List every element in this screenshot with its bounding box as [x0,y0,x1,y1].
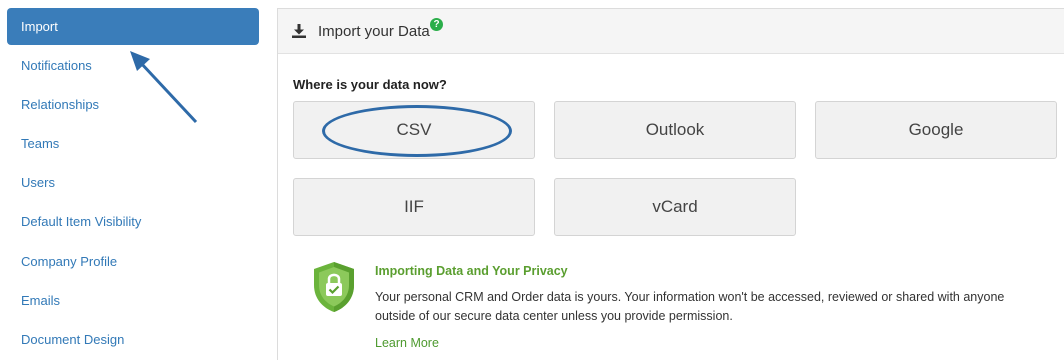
sidebar-item-teams[interactable]: Teams [7,125,259,162]
sidebar-item-document-design[interactable]: Document Design [7,321,259,358]
sidebar-item-default-item-visibility[interactable]: Default Item Visibility [7,203,259,240]
sidebar-item-company-profile[interactable]: Company Profile [7,243,259,280]
page-title: Import your Data [318,23,430,40]
settings-sidebar: Import Notifications Relationships Teams… [0,0,268,360]
vcard-source-button[interactable]: vCard [554,178,796,236]
panel-header: Import your Data ? [278,9,1064,54]
google-source-button[interactable]: Google [815,101,1057,159]
sidebar-item-users[interactable]: Users [7,164,259,201]
help-icon[interactable]: ? [430,18,443,31]
import-panel: Import your Data ? Where is your data no… [277,8,1064,360]
learn-more-link[interactable]: Learn More [375,336,439,350]
shield-check-icon [314,262,354,312]
sidebar-item-emails[interactable]: Emails [7,282,259,319]
iif-source-button[interactable]: IIF [293,178,535,236]
sidebar-item-relationships[interactable]: Relationships [7,86,259,123]
sidebar-item-import[interactable]: Import [7,8,259,45]
csv-highlight-annotation [322,105,512,157]
outlook-source-button[interactable]: Outlook [554,101,796,159]
privacy-text: Your personal CRM and Order data is your… [375,290,1005,323]
download-icon [292,24,306,38]
sidebar-item-notifications[interactable]: Notifications [7,47,259,84]
source-question: Where is your data now? [293,77,447,92]
privacy-title: Importing Data and Your Privacy [375,264,568,278]
